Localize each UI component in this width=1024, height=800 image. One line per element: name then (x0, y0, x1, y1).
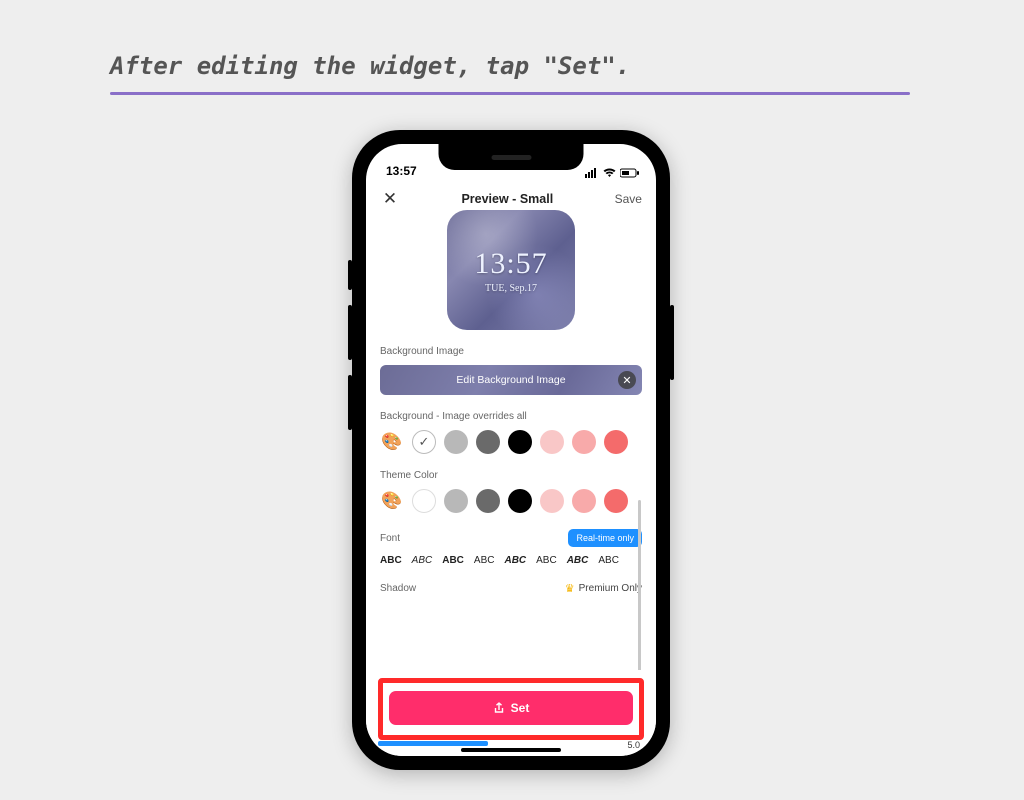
edit-background-button[interactable]: Edit Background Image ✕ (380, 365, 642, 395)
set-button[interactable]: Set (389, 691, 633, 725)
premium-label: Premium Only (579, 583, 642, 594)
font-options: ABC ABC ABC ABC ABC ABC ABC ABC (380, 555, 642, 566)
content-area: 13:57 TUE, Sep.17 Background Image Edit … (366, 206, 656, 756)
widget-preview[interactable]: 13:57 TUE, Sep.17 (447, 210, 575, 330)
wifi-icon (603, 168, 616, 178)
bg-swatch[interactable] (540, 430, 564, 454)
bottom-bar: Set 5.0 (366, 670, 656, 756)
phone-notch (439, 144, 584, 170)
widget-time: 13:57 (474, 247, 547, 281)
tutorial-highlight: Set (378, 678, 644, 740)
theme-swatch[interactable] (444, 489, 468, 513)
corner-number: 5.0 (627, 740, 640, 750)
font-option[interactable]: ABC (598, 555, 619, 566)
bg-swatch-selected[interactable]: ✓ (412, 430, 436, 454)
edit-background-label: Edit Background Image (456, 374, 565, 386)
theme-swatch[interactable] (508, 489, 532, 513)
shadow-row-head: Shadow ♛ Premium Only (380, 582, 642, 595)
status-icons (585, 168, 640, 178)
palette-icon[interactable]: 🎨 (380, 491, 404, 511)
theme-swatch[interactable] (540, 489, 564, 513)
bg-swatch[interactable] (444, 430, 468, 454)
bg-swatch[interactable] (476, 430, 500, 454)
font-option[interactable]: ABC (474, 555, 495, 566)
page-title: Preview - Small (461, 192, 553, 206)
save-button[interactable]: Save (615, 192, 642, 206)
theme-swatch[interactable] (412, 489, 436, 513)
theme-swatch[interactable] (604, 489, 628, 513)
signal-icon (585, 168, 599, 178)
bg-swatches: 🎨 ✓ (380, 430, 642, 454)
theme-swatches: 🎨 (380, 489, 642, 513)
realtime-badge[interactable]: Real-time only (568, 529, 642, 547)
premium-badge: ♛ Premium Only (565, 582, 642, 595)
battery-icon (620, 168, 640, 178)
font-option[interactable]: ABC (536, 555, 557, 566)
shadow-label: Shadow (380, 583, 416, 594)
bg-image-label: Background Image (380, 346, 642, 357)
theme-swatch[interactable] (476, 489, 500, 513)
theme-color-label: Theme Color (380, 470, 642, 481)
status-time: 13:57 (386, 164, 417, 178)
phone-frame: 13:57 ✕ Preview - Small Save 13:57 TUE, … (352, 130, 670, 770)
instruction-block: After editing the widget, tap "Set". (110, 52, 910, 95)
widget-date: TUE, Sep.17 (485, 283, 537, 294)
font-row-head: Font Real-time only (380, 529, 642, 547)
phone-screen: 13:57 ✕ Preview - Small Save 13:57 TUE, … (366, 144, 656, 756)
bg-override-label: Background - Image overrides all (380, 411, 642, 422)
export-icon (493, 702, 505, 714)
font-option[interactable]: ABC (567, 555, 589, 566)
progress-strip (378, 741, 488, 746)
home-indicator[interactable] (461, 748, 561, 752)
instruction-text: After editing the widget, tap "Set". (110, 52, 910, 92)
close-icon[interactable]: ✕ (380, 190, 400, 207)
bg-swatch[interactable] (604, 430, 628, 454)
remove-bg-icon[interactable]: ✕ (618, 371, 636, 389)
widget-preview-wrap: 13:57 TUE, Sep.17 (380, 210, 642, 330)
instruction-underline (110, 92, 910, 95)
set-button-label: Set (511, 701, 530, 715)
theme-swatch[interactable] (572, 489, 596, 513)
bg-swatch[interactable] (572, 430, 596, 454)
palette-icon[interactable]: 🎨 (380, 432, 404, 452)
font-label: Font (380, 533, 400, 544)
font-option[interactable]: ABC (380, 555, 402, 566)
bg-swatch[interactable] (508, 430, 532, 454)
font-option[interactable]: ABC (504, 555, 526, 566)
crown-icon: ♛ (565, 582, 575, 595)
font-option[interactable]: ABC (412, 555, 433, 566)
font-option[interactable]: ABC (442, 555, 464, 566)
